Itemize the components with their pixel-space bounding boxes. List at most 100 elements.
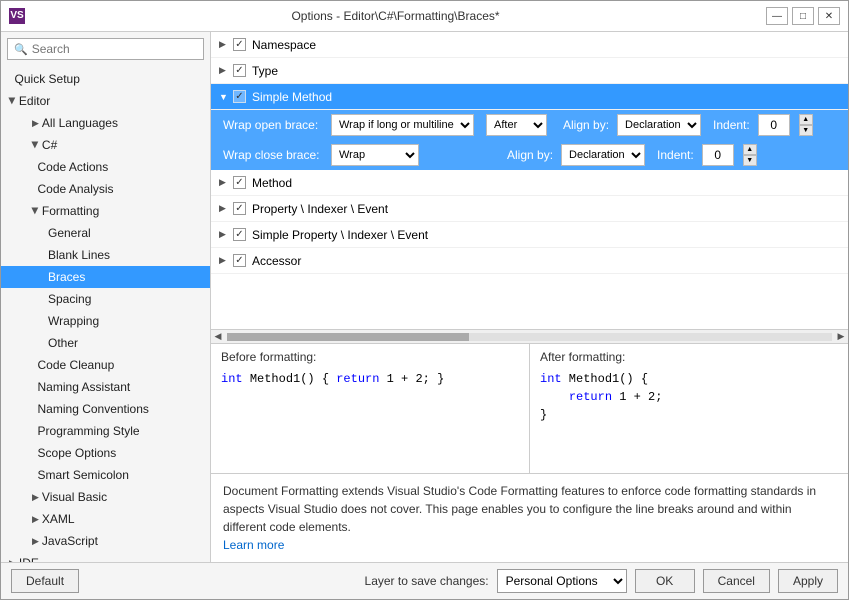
expand-arrow-icon[interactable]: ▶ bbox=[219, 203, 229, 214]
ok-button[interactable]: OK bbox=[635, 569, 695, 593]
option-row-simple-property-indexer-event: ▶ ✓ Simple Property \ Indexer \ Event bbox=[211, 222, 848, 248]
sidebar-item-braces[interactable]: Braces bbox=[1, 266, 210, 288]
sidebar-item-csharp[interactable]: ▶ C# bbox=[1, 134, 210, 156]
wrap-open-spinner: ▲ ▼ bbox=[799, 114, 813, 136]
left-panel: 🔍 Quick Setup ▶ Editor ▶ All La bbox=[1, 32, 211, 562]
layer-select[interactable]: Personal Options Team Shared Solution bbox=[497, 569, 627, 593]
arrow-icon bbox=[32, 378, 35, 396]
expand-arrow-icon[interactable]: ▶ bbox=[219, 177, 229, 188]
indent-close-up-button[interactable]: ▲ bbox=[743, 144, 757, 155]
sidebar-item-xaml[interactable]: ▶ XAML bbox=[1, 508, 210, 530]
option-label: Property \ Indexer \ Event bbox=[252, 202, 388, 216]
default-button[interactable]: Default bbox=[11, 569, 79, 593]
expand-arrow-icon[interactable]: ▶ bbox=[219, 39, 229, 50]
wrap-open-indent-input[interactable] bbox=[758, 114, 790, 136]
sidebar-item-label: General bbox=[48, 224, 91, 242]
align-by-label-close: Align by: bbox=[507, 148, 553, 162]
sidebar-item-scope-options[interactable]: Scope Options bbox=[1, 442, 210, 464]
wrap-open-select[interactable]: Wrap if long or multiline Wrap Do not wr… bbox=[331, 114, 474, 136]
arrow-icon bbox=[32, 158, 35, 176]
title-bar: VS Options - Editor\C#\Formatting\Braces… bbox=[1, 1, 848, 32]
sidebar-item-label: Formatting bbox=[42, 202, 99, 220]
expand-arrow-icon: ▶ bbox=[3, 98, 21, 105]
sidebar-item-label: Blank Lines bbox=[48, 246, 110, 264]
wrap-close-indent-input[interactable] bbox=[702, 144, 734, 166]
wrap-close-select[interactable]: Wrap Do not wrap Wrap if long bbox=[331, 144, 419, 166]
simple-property-indexer-event-checkbox[interactable]: ✓ bbox=[233, 228, 246, 241]
accessor-checkbox[interactable]: ✓ bbox=[233, 254, 246, 267]
arrow-icon bbox=[32, 180, 35, 198]
namespace-checkbox[interactable]: ✓ bbox=[233, 38, 246, 51]
expand-arrow-icon[interactable]: ▶ bbox=[219, 229, 229, 240]
scroll-left-button[interactable]: ◀ bbox=[211, 330, 225, 344]
scroll-right-button[interactable]: ▶ bbox=[834, 330, 848, 344]
learn-more-link[interactable]: Learn more bbox=[223, 538, 284, 552]
indent-up-button[interactable]: ▲ bbox=[799, 114, 813, 125]
sidebar-item-label: Editor bbox=[19, 92, 50, 110]
simple-method-checkbox[interactable]: ✓ bbox=[233, 90, 246, 103]
wrap-open-after-select[interactable]: After Before None bbox=[486, 114, 547, 136]
sidebar-item-label: Code Analysis bbox=[38, 180, 114, 198]
expand-arrow-icon: ▶ bbox=[32, 488, 39, 506]
sidebar-item-visual-basic[interactable]: ▶ Visual Basic bbox=[1, 486, 210, 508]
close-button[interactable]: ✕ bbox=[818, 7, 840, 25]
scroll-thumb[interactable] bbox=[227, 333, 469, 341]
vs-icon: VS bbox=[9, 8, 25, 24]
maximize-button[interactable]: □ bbox=[792, 7, 814, 25]
option-label: Namespace bbox=[252, 38, 316, 52]
sidebar-item-code-cleanup[interactable]: Code Cleanup bbox=[1, 354, 210, 376]
sidebar-item-quick-setup[interactable]: Quick Setup bbox=[1, 68, 210, 90]
preview-after: After formatting: int Method1() { return… bbox=[530, 344, 848, 473]
before-code-block: int Method1() { return 1 + 2; } bbox=[221, 370, 519, 388]
wrap-close-align-select[interactable]: Declaration None bbox=[561, 144, 645, 166]
layer-to-save-label: Layer to save changes: bbox=[365, 574, 489, 588]
sidebar-item-label: JavaScript bbox=[42, 532, 98, 550]
sidebar-item-general[interactable]: General bbox=[1, 222, 210, 244]
indent-close-down-button[interactable]: ▼ bbox=[743, 155, 757, 166]
sidebar-item-label: Other bbox=[48, 334, 78, 352]
sidebar-item-label: Programming Style bbox=[38, 422, 140, 440]
property-indexer-event-checkbox[interactable]: ✓ bbox=[233, 202, 246, 215]
sidebar-item-ide[interactable]: ▶ IDE bbox=[1, 552, 210, 562]
sidebar-item-code-actions[interactable]: Code Actions bbox=[1, 156, 210, 178]
arrow-icon bbox=[32, 466, 35, 484]
after-line1: int Method1() { bbox=[540, 370, 838, 388]
sidebar-item-javascript[interactable]: ▶ JavaScript bbox=[1, 530, 210, 552]
expand-arrow-icon: ▶ bbox=[9, 554, 16, 562]
indent-down-button[interactable]: ▼ bbox=[799, 125, 813, 136]
sidebar-item-editor[interactable]: ▶ Editor bbox=[1, 90, 210, 112]
arrow-icon bbox=[32, 444, 35, 462]
type-checkbox[interactable]: ✓ bbox=[233, 64, 246, 77]
sidebar-item-formatting[interactable]: ▶ Formatting bbox=[1, 200, 210, 222]
sidebar-item-other[interactable]: Other bbox=[1, 332, 210, 354]
title-bar-title: Options - Editor\C#\Formatting\Braces* bbox=[25, 9, 766, 23]
method-checkbox[interactable]: ✓ bbox=[233, 176, 246, 189]
expand-arrow-icon[interactable]: ▼ bbox=[219, 92, 229, 102]
sidebar-item-spacing[interactable]: Spacing bbox=[1, 288, 210, 310]
sidebar-item-naming-assistant[interactable]: Naming Assistant bbox=[1, 376, 210, 398]
expand-arrow-icon[interactable]: ▶ bbox=[219, 65, 229, 76]
code-keyword: int bbox=[221, 372, 243, 386]
sidebar-item-blank-lines[interactable]: Blank Lines bbox=[1, 244, 210, 266]
sidebar-item-naming-conventions[interactable]: Naming Conventions bbox=[1, 398, 210, 420]
sidebar-item-programming-style[interactable]: Programming Style bbox=[1, 420, 210, 442]
tree-area: Quick Setup ▶ Editor ▶ All Languages ▶ bbox=[1, 66, 210, 562]
minimize-button[interactable]: — bbox=[766, 7, 788, 25]
search-input[interactable] bbox=[32, 42, 197, 56]
sidebar-item-code-analysis[interactable]: Code Analysis bbox=[1, 178, 210, 200]
wrap-open-row: Wrap open brace: Wrap if long or multili… bbox=[211, 110, 848, 140]
sidebar-item-label: Wrapping bbox=[48, 312, 99, 330]
cancel-button[interactable]: Cancel bbox=[703, 569, 770, 593]
code-text: 1 + 2; } bbox=[379, 372, 444, 386]
sidebar-item-smart-semicolon[interactable]: Smart Semicolon bbox=[1, 464, 210, 486]
align-by-label: Align by: bbox=[563, 118, 609, 132]
after-line3: } bbox=[540, 406, 838, 424]
expand-arrow-icon[interactable]: ▶ bbox=[219, 255, 229, 266]
horizontal-scrollbar[interactable]: ◀ ▶ bbox=[211, 329, 848, 343]
sidebar-item-all-languages[interactable]: ▶ All Languages bbox=[1, 112, 210, 134]
sidebar-item-wrapping[interactable]: Wrapping bbox=[1, 310, 210, 332]
wrap-open-align-select[interactable]: Declaration None bbox=[617, 114, 701, 136]
title-bar-controls: — □ ✕ bbox=[766, 7, 840, 25]
apply-button[interactable]: Apply bbox=[778, 569, 838, 593]
code-text: Method1() { bbox=[250, 372, 336, 386]
